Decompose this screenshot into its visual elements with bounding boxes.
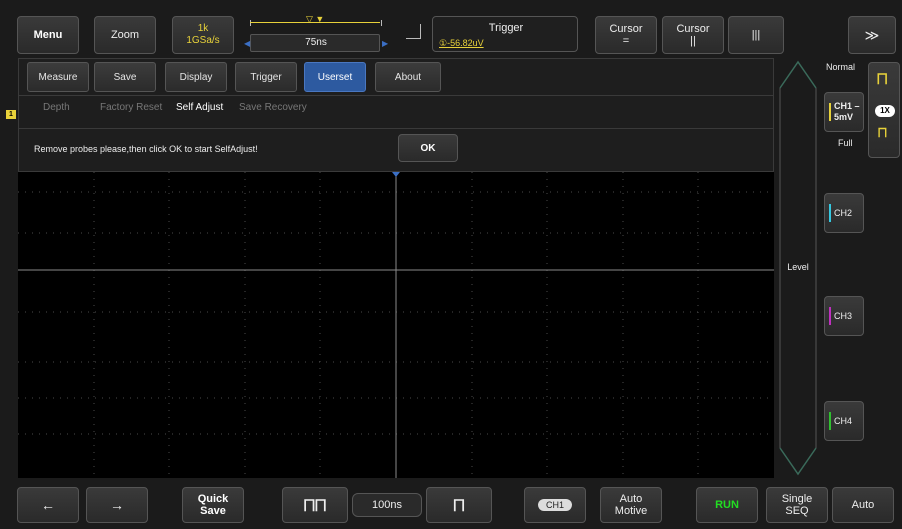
cursor-label: Cursor xyxy=(609,23,643,35)
acquire-mode: Normal xyxy=(826,62,856,72)
timebase-position-bar[interactable]: ▽ ▼ 75ns ◀ ▶ xyxy=(244,14,388,52)
quick-save-button[interactable]: Quick Save xyxy=(182,487,244,523)
right-arrow-icon: ▶ xyxy=(382,39,389,48)
wide-pulse-icon: ⨅⨅ xyxy=(303,496,327,513)
sample-speed: 1GSa/s xyxy=(186,35,220,46)
rising-edge-icon xyxy=(406,24,421,39)
zoom-button[interactable]: Zoom xyxy=(94,16,156,54)
trigger-title: Trigger xyxy=(488,22,524,34)
back-button[interactable]: ← xyxy=(17,487,79,523)
single-seq-button[interactable]: Single SEQ xyxy=(766,487,828,523)
channel-select-button[interactable]: CH1 xyxy=(524,487,586,523)
subtab-factory-reset[interactable]: Factory Reset xyxy=(100,102,162,113)
tab-about[interactable]: About xyxy=(375,62,441,92)
collapse-button[interactable]: ≫ xyxy=(848,16,896,54)
self-adjust-message: Remove probes please,then click OK to st… xyxy=(34,144,258,154)
channel4-button[interactable]: CH4 xyxy=(824,401,864,441)
trigger-info-box[interactable]: Trigger ①-56.82uV xyxy=(432,16,578,52)
tab-display[interactable]: Display xyxy=(165,62,227,92)
sample-rate-box[interactable]: 1k 1GSa/s xyxy=(172,16,234,54)
channel1-color-bar xyxy=(829,103,831,121)
pulse-small-icon: ⨅ xyxy=(878,127,887,139)
cursor-vertical-button[interactable]: Cursor || xyxy=(662,16,724,54)
trigger-level-slider[interactable]: Level xyxy=(778,58,818,478)
tab-save[interactable]: Save xyxy=(94,62,156,92)
subtab-depth[interactable]: Depth xyxy=(43,102,70,113)
channel-select-badge: CH1 xyxy=(537,499,572,511)
auto-motive-button[interactable]: Auto Motive xyxy=(600,487,662,523)
channel1-scale: 5mV xyxy=(834,112,854,122)
left-arrow-icon: ◀ xyxy=(244,39,251,48)
menu-button[interactable]: Menu xyxy=(17,16,79,54)
cursor-vertical-icon: || xyxy=(690,35,696,47)
channel1-name: CH1 – xyxy=(834,101,860,111)
channel2-label: CH2 xyxy=(834,208,853,218)
bandwidth-full: Full xyxy=(838,138,853,148)
timebase-offset: 75ns xyxy=(305,37,327,48)
timebase-increase-button[interactable]: ⨅ xyxy=(426,487,492,523)
waveform-side-panel[interactable]: ⨅ 1X ⨅ xyxy=(868,62,900,158)
subtab-save-recovery[interactable]: Save Recovery xyxy=(239,102,307,113)
channel4-color-bar xyxy=(829,412,831,430)
auto-button[interactable]: Auto xyxy=(832,487,894,523)
tab-userset[interactable]: Userset xyxy=(304,62,366,92)
timebase-value[interactable]: 100ns xyxy=(352,493,422,517)
cursor-horizontal-icon: = xyxy=(622,35,630,47)
channel1-marker: 1 xyxy=(6,110,16,119)
cursor-label: Cursor xyxy=(676,23,710,35)
channel2-button[interactable]: CH2 xyxy=(824,193,864,233)
probe-ratio-badge[interactable]: 1X xyxy=(875,105,895,117)
subtab-self-adjust[interactable]: Self Adjust xyxy=(176,102,223,113)
level-label: Level xyxy=(787,262,809,272)
channel1-button[interactable]: CH1 – 5mV xyxy=(824,92,864,132)
channel3-label: CH3 xyxy=(834,311,853,321)
channel3-color-bar xyxy=(829,307,831,325)
cursor-menu-button[interactable]: ||| xyxy=(728,16,784,54)
channel2-color-bar xyxy=(829,204,831,222)
sample-rate: 1k xyxy=(197,23,209,34)
forward-button[interactable]: → xyxy=(86,487,148,523)
ok-button[interactable]: OK xyxy=(398,134,458,162)
pulse-icon: ⨅ xyxy=(877,71,888,86)
run-stop-button[interactable]: RUN xyxy=(696,487,758,523)
channel4-label: CH4 xyxy=(834,416,853,426)
narrow-pulse-icon: ⨅ xyxy=(453,496,465,513)
timebase-decrease-button[interactable]: ⨅⨅ xyxy=(282,487,348,523)
trigger-position-icon: ▽ ▼ xyxy=(306,14,325,24)
trigger-level-value: ①-56.82uV xyxy=(439,38,484,48)
waveform-display[interactable] xyxy=(18,172,774,478)
channel3-button[interactable]: CH3 xyxy=(824,296,864,336)
tab-measure[interactable]: Measure xyxy=(27,62,89,92)
tab-trigger[interactable]: Trigger xyxy=(235,62,297,92)
cursor-horizontal-button[interactable]: Cursor = xyxy=(595,16,657,54)
